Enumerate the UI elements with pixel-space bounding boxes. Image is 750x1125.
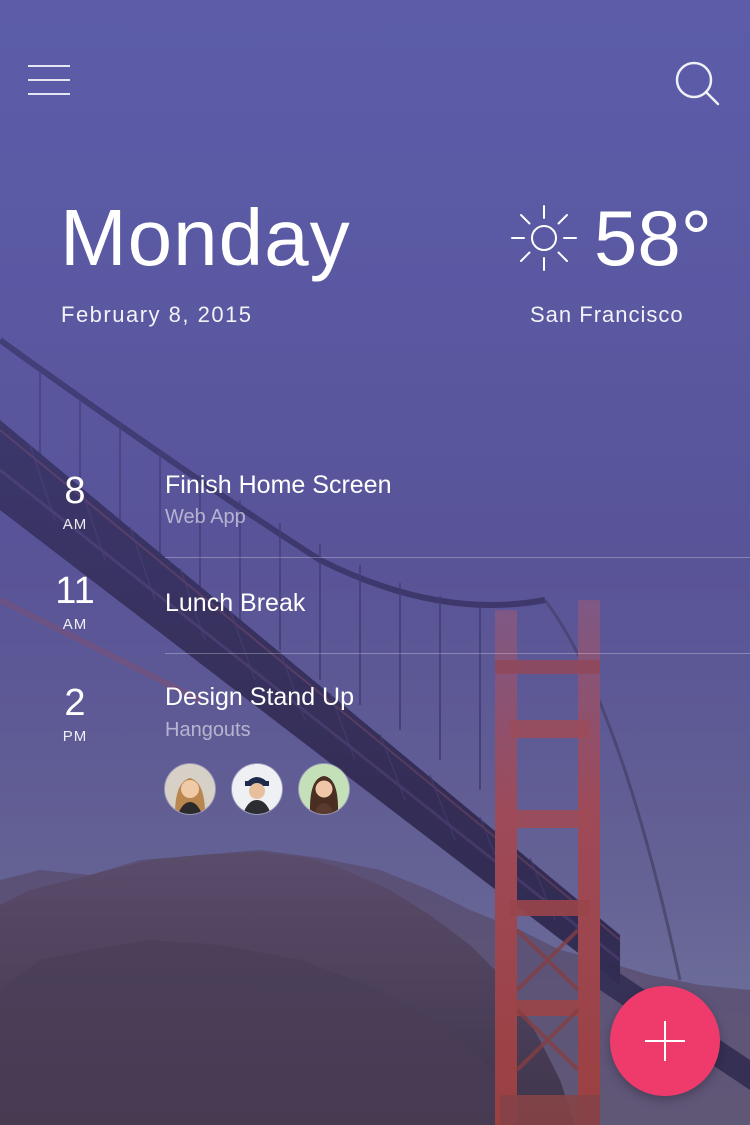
day-title: Monday — [60, 193, 351, 282]
search-icon — [675, 61, 720, 106]
add-event-button[interactable] — [610, 986, 720, 1096]
divider — [165, 653, 750, 654]
attendee-avatar[interactable] — [232, 764, 282, 814]
event-title: Finish Home Screen — [165, 471, 392, 499]
event-item[interactable]: 8 AM Finish Home Screen Web App — [0, 466, 750, 556]
event-item[interactable]: 2 PM Design Stand Up Hangouts — [0, 680, 750, 820]
event-period: AM — [62, 516, 88, 533]
plus-icon — [664, 1021, 666, 1061]
event-period: AM — [62, 616, 88, 633]
event-period: PM — [62, 728, 88, 745]
today-screen: Monday February 8, 2015 58° San Francisc… — [0, 0, 750, 1125]
temperature: 58° — [594, 194, 712, 282]
avatar-woman-brunette-icon — [299, 764, 349, 814]
menu-button[interactable] — [28, 62, 72, 100]
background-photo — [0, 0, 750, 1125]
event-hour: 2 — [64, 682, 86, 724]
event-item[interactable]: 11 AM Lunch Break — [0, 568, 750, 648]
avatar-woman-blonde-icon — [165, 764, 215, 814]
sun-icon — [511, 205, 577, 271]
event-title: Lunch Break — [165, 589, 306, 617]
hamburger-menu-icon — [28, 93, 70, 95]
search-button[interactable] — [672, 58, 722, 108]
event-time: 11 AM — [40, 570, 110, 633]
city-label: San Francisco — [530, 302, 684, 327]
divider — [165, 557, 750, 558]
event-hour: 11 — [55, 570, 95, 612]
avatar-man-cap-icon — [232, 764, 282, 814]
date-label: February 8, 2015 — [61, 302, 253, 327]
attendee-avatar[interactable] — [299, 764, 349, 814]
event-time: 8 AM — [40, 470, 110, 533]
event-title: Design Stand Up — [165, 683, 355, 711]
attendee-avatar[interactable] — [165, 764, 215, 814]
event-time: 2 PM — [40, 682, 110, 745]
hamburger-menu-icon — [28, 65, 70, 67]
hamburger-menu-icon — [28, 79, 70, 81]
event-subtitle: Hangouts — [165, 719, 251, 741]
event-hour: 8 — [64, 470, 86, 512]
event-subtitle: Web App — [165, 506, 246, 528]
